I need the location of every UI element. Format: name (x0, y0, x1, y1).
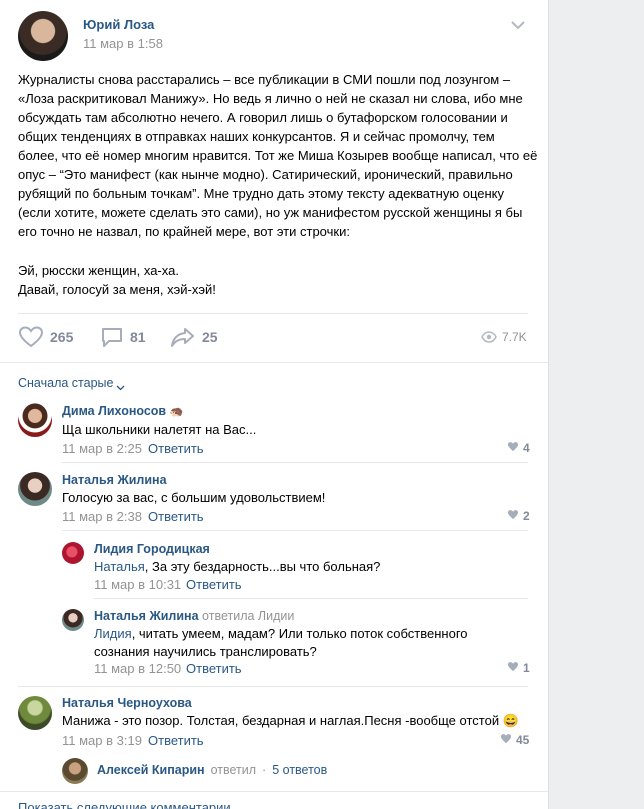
comment-divider (62, 462, 528, 463)
comment-like-count: 45 (516, 733, 530, 747)
comment-like-button[interactable]: 4 (507, 441, 530, 455)
like-count: 265 (50, 329, 74, 345)
chevron-down-icon[interactable] (510, 18, 526, 30)
post-quote-line-1: Эй, рюсски женщин, ха-ха. (18, 263, 179, 278)
views-counter: 7.7K (481, 330, 527, 344)
reply-button[interactable]: Ответить (148, 441, 204, 456)
reply-text: Лидия, читать умеем, мадам? Или только п… (94, 626, 468, 641)
sort-dropdown[interactable]: Сначала старые (18, 376, 125, 391)
comments-top-divider (0, 362, 548, 363)
sort-label: Сначала старые (18, 376, 114, 390)
heart-icon (507, 509, 519, 523)
reply-author[interactable]: Лидия Городицкая (94, 542, 210, 556)
share-count: 25 (202, 329, 218, 345)
replied-to-label[interactable]: ответила Лидии (202, 609, 294, 623)
author-avatar[interactable] (18, 11, 68, 61)
views-count: 7.7K (502, 330, 527, 344)
reply-button[interactable]: Ответить (186, 577, 242, 592)
addressee-link[interactable]: Лидия (94, 626, 132, 641)
thread-replied-label: ответил (210, 763, 257, 777)
comment-like-button[interactable]: 1 (507, 661, 530, 675)
comment-divider (62, 530, 528, 531)
heart-icon (507, 661, 519, 675)
post-text: Журналисты снова расстарались – все публ… (18, 72, 538, 239)
reply-text: Наталья, За эту бездарность...вы что бол… (94, 559, 381, 574)
show-more-comments-link[interactable]: Показать следующие комментарии (18, 800, 231, 809)
post-quote-line-2: Давай, голосуй за меня, хэй-хэй! (18, 282, 216, 297)
heart-icon (507, 441, 519, 455)
post-author-name[interactable]: Юрий Лоза (83, 17, 154, 32)
post-date[interactable]: 11 мар в 1:58 (83, 36, 163, 51)
reply-avatar[interactable] (62, 542, 84, 564)
comment-date[interactable]: 11 мар в 3:19 (62, 733, 142, 748)
thread-separator: · (262, 763, 267, 777)
comment-like-count: 1 (523, 661, 530, 675)
comment-icon (100, 325, 124, 349)
post-divider (18, 313, 528, 314)
comment-divider (18, 686, 528, 687)
reply-author[interactable]: Наталья Жилина (94, 609, 199, 623)
share-button[interactable]: 25 (170, 324, 218, 350)
chevron-down-icon (116, 380, 125, 391)
comment-author[interactable]: Дима Лихоносов 🦔 (62, 404, 183, 418)
eye-icon (481, 331, 497, 343)
comment-like-button[interactable]: 45 (500, 733, 529, 747)
heart-icon (18, 325, 44, 349)
reply-button[interactable]: Ответить (148, 733, 204, 748)
comment-avatar[interactable] (18, 472, 52, 506)
reply-header: Наталья Жилина ответила Лидии (94, 609, 294, 623)
comment-date[interactable]: 11 мар в 2:25 (62, 441, 142, 456)
reply-button[interactable]: Ответить (148, 509, 204, 524)
comment-text: Ща школьники налетят на Вас... (62, 422, 257, 437)
reply-date[interactable]: 11 мар в 12:50 (94, 661, 181, 676)
comment-author[interactable]: Наталья Жилина (62, 473, 167, 487)
comment-count: 81 (130, 329, 146, 345)
reply-avatar[interactable] (62, 609, 84, 631)
comment-like-count: 4 (523, 441, 530, 455)
comment-like-button[interactable]: 2 (507, 509, 530, 523)
reply-button[interactable]: Ответить (186, 661, 242, 676)
thread-author[interactable]: Алексей Кипарин (97, 763, 205, 777)
comment-divider (94, 598, 528, 599)
comment-like-count: 2 (523, 509, 530, 523)
comment-avatar[interactable] (18, 403, 52, 437)
post-card: Юрий Лоза 11 мар в 1:58 Журналисты снова… (0, 0, 549, 809)
addressee-link[interactable]: Наталья (94, 559, 145, 574)
like-button[interactable]: 265 (18, 324, 73, 350)
comment-date[interactable]: 11 мар в 2:38 (62, 509, 142, 524)
heart-icon (500, 733, 512, 747)
comment-avatar[interactable] (18, 696, 52, 730)
comment-button[interactable]: 81 (100, 324, 146, 350)
share-icon (170, 325, 196, 349)
comment-text: Голосую за вас, с большим удовольствием! (62, 490, 326, 505)
comment-text: Манижа - это позор. Толстая, бездарная и… (62, 713, 519, 728)
comment-author[interactable]: Наталья Черноухова (62, 696, 192, 710)
thread-avatar[interactable] (62, 758, 88, 784)
thread-summary[interactable]: Алексей Кипарин ответил · 5 ответов (97, 763, 327, 777)
reply-date[interactable]: 11 мар в 10:31 (94, 577, 181, 592)
hedgehog-emoji: 🦔 (169, 406, 184, 418)
laughing-emoji: 😄 (502, 713, 519, 728)
reply-text-line-2: сознания научились транслировать? (94, 644, 317, 659)
thread-replies-count[interactable]: 5 ответов (272, 763, 327, 777)
comments-bottom-divider (0, 791, 548, 792)
